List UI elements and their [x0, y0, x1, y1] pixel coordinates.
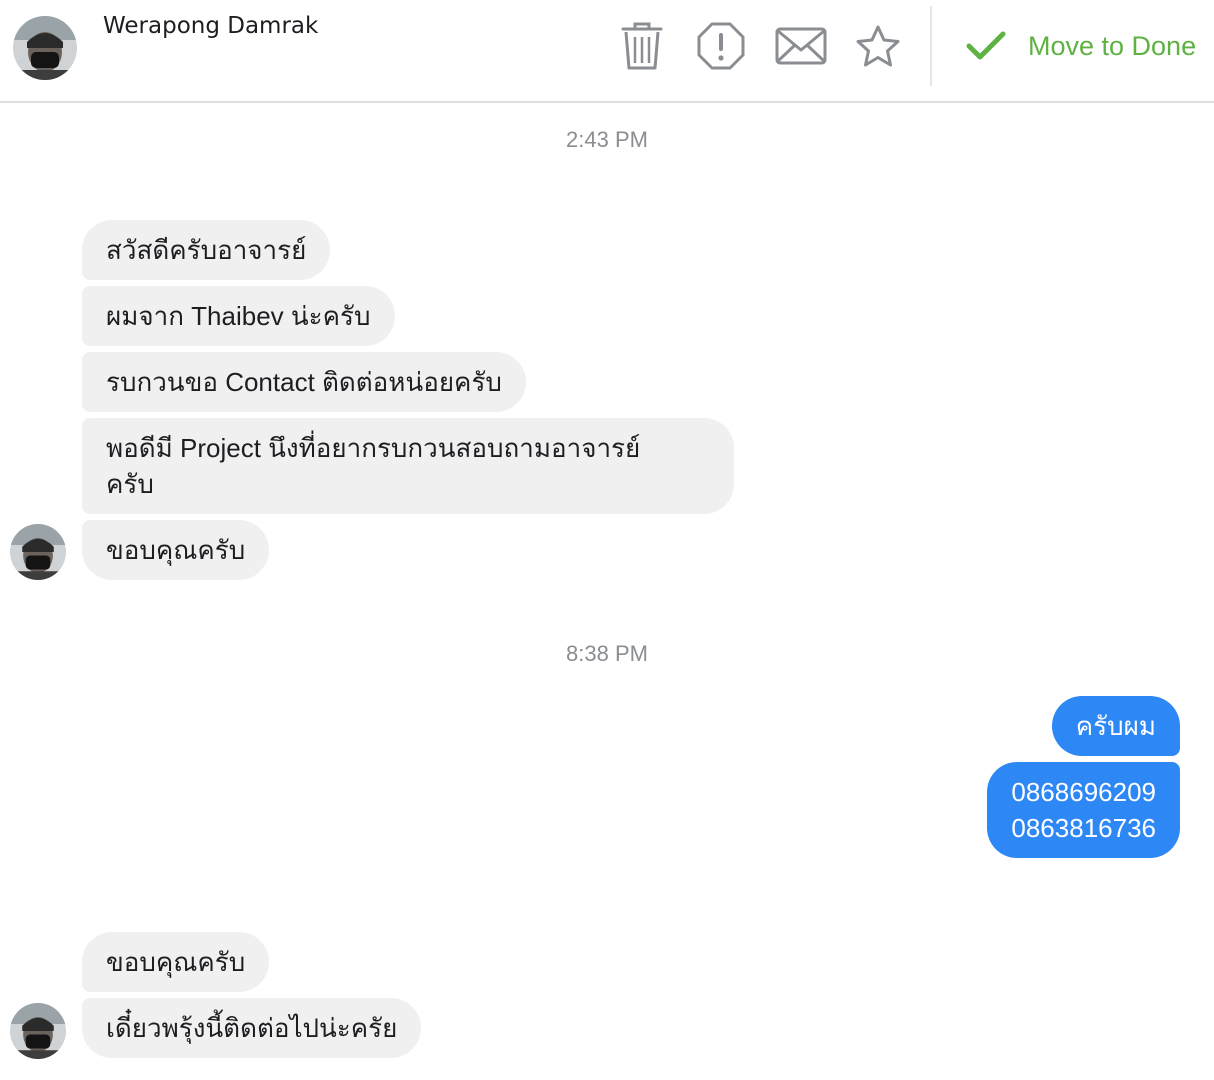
incoming-message[interactable]: ขอบคุณครับ	[82, 520, 270, 580]
incoming-message[interactable]: สวัสดีครับอาจารย์	[82, 220, 331, 280]
conversation-header: Werapong Damrak Move to Done	[0, 0, 1214, 103]
message-text-line: 0863816736	[1011, 813, 1156, 843]
incoming-message[interactable]: พอดีมี Project นึงที่อยากรบกวนสอบถามอาจา…	[82, 418, 734, 514]
message-text: ครับผม	[1075, 711, 1156, 741]
timestamp: 8:38 PM	[566, 641, 648, 666]
messenger-conversation-view: Werapong Damrak Move to Done 2:43 PM สวั…	[0, 0, 1214, 1080]
move-to-done-button[interactable]: Move to Done	[964, 24, 1196, 68]
trash-icon[interactable]	[616, 20, 668, 72]
message-text-line: ครับ	[106, 469, 154, 499]
message-text: ขอบคุณครับ	[106, 535, 246, 565]
incoming-message[interactable]: รบกวนขอ Contact ติดต่อหน่อยครับ	[82, 352, 526, 412]
message-text: ผมจาก Thaibev น่ะครับ	[106, 301, 371, 331]
message-text: เดี๋ยวพรุ้งนี้ติดต่อไปน่ะครัย	[106, 1013, 398, 1043]
message-text-line: พอดีมี Project นึงที่อยากรบกวนสอบถามอาจา…	[106, 433, 641, 463]
message-text: รบกวนขอ Contact ติดต่อหน่อยครับ	[106, 367, 502, 397]
sender-avatar[interactable]	[10, 1003, 66, 1059]
contact-name[interactable]: Werapong Damrak	[103, 12, 318, 40]
sender-avatar[interactable]	[10, 524, 66, 580]
contact-avatar[interactable]	[13, 16, 77, 80]
mail-icon[interactable]	[775, 20, 827, 72]
checkmark-icon	[964, 24, 1008, 68]
star-icon[interactable]	[852, 20, 904, 72]
toolbar-divider	[930, 6, 932, 86]
outgoing-message[interactable]: ครับผม	[1051, 696, 1180, 756]
incoming-message[interactable]: เดี๋ยวพรุ้งนี้ติดต่อไปน่ะครัย	[82, 998, 422, 1058]
message-text: สวัสดีครับอาจารย์	[106, 235, 307, 265]
report-icon[interactable]	[695, 20, 747, 72]
message-text: ขอบคุณครับ	[106, 947, 246, 977]
incoming-message[interactable]: ผมจาก Thaibev น่ะครับ	[82, 286, 395, 346]
move-to-done-label: Move to Done	[1028, 31, 1197, 61]
incoming-message[interactable]: ขอบคุณครับ	[82, 932, 270, 992]
message-text-line: 0868696209	[1011, 777, 1156, 807]
timestamp: 2:43 PM	[566, 127, 648, 152]
outgoing-message[interactable]: 0868696209 0863816736	[987, 762, 1180, 858]
